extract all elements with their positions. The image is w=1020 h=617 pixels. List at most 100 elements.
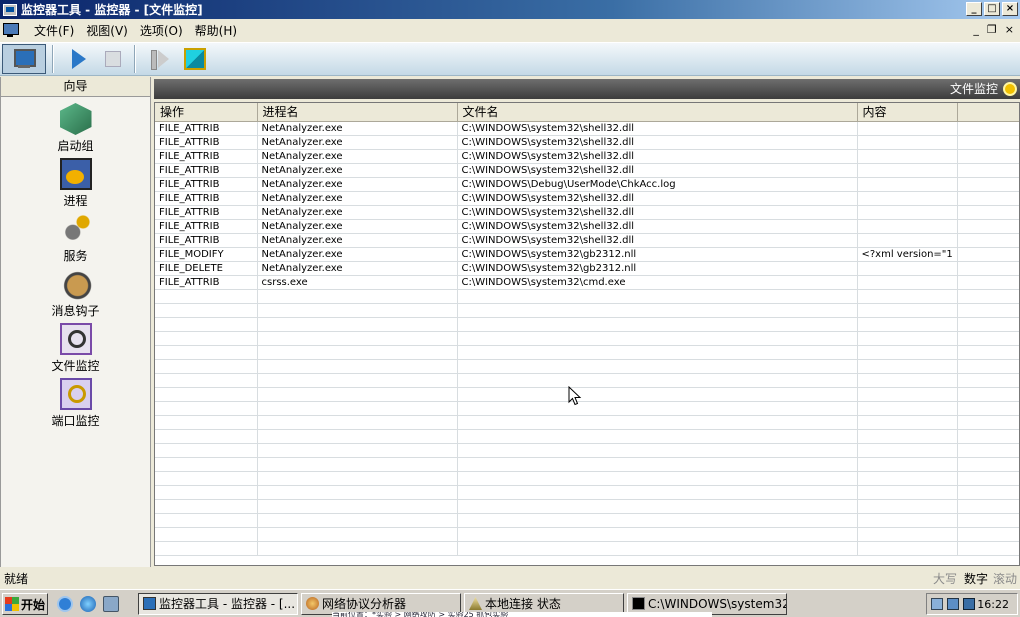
- cell-operation: [155, 499, 258, 514]
- quick-launch-explorer-icon[interactable]: [103, 596, 119, 612]
- cell-empty: [957, 135, 1019, 150]
- table-row[interactable]: FILE_ATTRIB NetAnalyzer.exe C:\WINDOWS\sys…: [155, 121, 1019, 136]
- table-row[interactable]: FILE_DELETE NetAnalyzer.exe C:\WINDOWS\sys…: [155, 261, 1019, 276]
- cell-operation: [155, 387, 258, 402]
- sidebar-item-process[interactable]: 进程: [1, 158, 150, 209]
- sidebar-item-file-monitor[interactable]: 文件监控: [1, 323, 150, 374]
- cell-process: [257, 303, 458, 318]
- document-monitor-icon[interactable]: [2, 22, 20, 38]
- table-row[interactable]: FILE_ATTRIB NetAnalyzer.exe C:\WINDOWS\Deb…: [155, 177, 1019, 192]
- empty-row: [155, 387, 1019, 402]
- table-row[interactable]: FILE_ATTRIB NetAnalyzer.exe C:\WINDOWS\sys…: [155, 205, 1019, 220]
- cell-operation: FILE_ATTRIB: [155, 121, 258, 136]
- cell-operation: [155, 289, 258, 304]
- monitor-toggle-button[interactable]: [2, 44, 46, 74]
- cell-process: NetAnalyzer.exe: [257, 135, 458, 150]
- quick-launch-desktop-icon[interactable]: [57, 596, 73, 612]
- start-menu-button[interactable]: 开始: [2, 593, 48, 615]
- table-row[interactable]: FILE_MODIFY NetAnalyzer.exe C:\WINDOWS\sys…: [155, 247, 1019, 262]
- close-button[interactable]: ×: [1002, 2, 1018, 16]
- cell-content: [857, 331, 958, 346]
- empty-row: [155, 527, 1019, 542]
- cell-content: [857, 177, 958, 192]
- cell-empty: [957, 219, 1019, 234]
- task-label: C:\WINDOWS\system32...: [648, 597, 787, 611]
- cell-content: [857, 527, 958, 542]
- window-title-bar[interactable]: 监控器工具 - 监控器 - [文件监控] _ □ ×: [0, 0, 1020, 19]
- cell-filename: [457, 289, 858, 304]
- cell-empty: [957, 275, 1019, 290]
- menu-help[interactable]: 帮助(H): [189, 22, 243, 39]
- table-row[interactable]: FILE_ATTRIB NetAnalyzer.exe C:\WINDOWS\sys…: [155, 191, 1019, 206]
- cell-content: [857, 457, 958, 472]
- service-gear-icon: [59, 213, 92, 245]
- maximize-button[interactable]: □: [984, 2, 1000, 16]
- table-row[interactable]: FILE_ATTRIB NetAnalyzer.exe C:\WINDOWS\sys…: [155, 219, 1019, 234]
- task-label: 网络协议分析器: [322, 597, 407, 611]
- menu-options[interactable]: 选项(O): [134, 22, 189, 39]
- cell-empty: [957, 289, 1019, 304]
- step-button[interactable]: [146, 45, 176, 73]
- cell-content: [857, 121, 958, 136]
- sidebar-item-message-hook[interactable]: 消息钩子: [1, 268, 150, 319]
- empty-row: [155, 513, 1019, 528]
- file-monitor-grid[interactable]: 操作 进程名 文件名 内容 FILE_ATTRIB NetAnalyzer.exe…: [154, 102, 1020, 566]
- mdi-minimize-button[interactable]: _: [973, 23, 979, 36]
- cell-content: <?xml version="1: [857, 247, 958, 262]
- column-header-process[interactable]: 进程名: [257, 103, 458, 122]
- tray-clock[interactable]: 16:22: [977, 598, 1009, 611]
- empty-row: [155, 429, 1019, 444]
- minimize-button[interactable]: _: [966, 2, 982, 16]
- empty-row: [155, 359, 1019, 374]
- cell-empty: [957, 121, 1019, 136]
- clear-button[interactable]: [180, 45, 210, 73]
- cell-operation: FILE_ATTRIB: [155, 205, 258, 220]
- tray-connection-icon[interactable]: [947, 598, 959, 610]
- cell-filename: C:\WINDOWS\system32\shell32.dll: [457, 219, 858, 234]
- cell-filename: [457, 527, 858, 542]
- cell-content: [857, 401, 958, 416]
- mdi-close-button[interactable]: ×: [1005, 23, 1014, 36]
- mdi-restore-button[interactable]: ❐: [987, 23, 997, 36]
- cell-filename: C:\WINDOWS\system32\shell32.dll: [457, 149, 858, 164]
- cell-content: [857, 149, 958, 164]
- sidebar-item-port-monitor[interactable]: 端口监控: [1, 378, 150, 429]
- sidebar-title: 向导: [1, 77, 150, 97]
- start-button[interactable]: [64, 45, 94, 73]
- port-monitor-icon: [59, 378, 92, 410]
- cell-operation: [155, 429, 258, 444]
- cell-process: NetAnalyzer.exe: [257, 233, 458, 248]
- tray-network-icon[interactable]: [931, 598, 943, 610]
- toolbar-separator: [52, 45, 54, 73]
- quick-launch-ie-icon[interactable]: [80, 596, 96, 612]
- message-hook-icon: [59, 268, 92, 300]
- cell-content: [857, 373, 958, 388]
- empty-row: [155, 485, 1019, 500]
- cell-process: [257, 485, 458, 500]
- cell-filename: [457, 303, 858, 318]
- cell-filename: [457, 541, 858, 556]
- menu-file[interactable]: 文件(F): [28, 22, 80, 39]
- cell-filename: [457, 401, 858, 416]
- sun-icon[interactable]: [1003, 82, 1017, 96]
- cell-empty: [957, 331, 1019, 346]
- menu-view[interactable]: 视图(V): [80, 22, 134, 39]
- table-row[interactable]: FILE_ATTRIB NetAnalyzer.exe C:\WINDOWS\sys…: [155, 233, 1019, 248]
- sidebar-item-startup[interactable]: 启动组: [1, 103, 150, 154]
- start-label: 开始: [21, 597, 46, 612]
- sidebar-item-service[interactable]: 服务: [1, 213, 150, 264]
- play-icon: [72, 49, 86, 69]
- table-row[interactable]: FILE_ATTRIB NetAnalyzer.exe C:\WINDOWS\sys…: [155, 149, 1019, 164]
- task-monitor-tool[interactable]: 监控器工具 - 监控器 - [...: [138, 593, 298, 615]
- table-row[interactable]: FILE_ATTRIB NetAnalyzer.exe C:\WINDOWS\sys…: [155, 135, 1019, 150]
- table-row[interactable]: FILE_ATTRIB csrss.exe C:\WINDOWS\system32\…: [155, 275, 1019, 290]
- cell-empty: [957, 415, 1019, 430]
- column-header-content[interactable]: 内容: [857, 103, 958, 122]
- column-header-filename[interactable]: 文件名: [457, 103, 858, 122]
- stop-button[interactable]: [98, 45, 128, 73]
- tray-monitor-icon[interactable]: [963, 598, 975, 610]
- table-row[interactable]: FILE_ATTRIB NetAnalyzer.exe C:\WINDOWS\sys…: [155, 163, 1019, 178]
- column-header-operation[interactable]: 操作: [155, 103, 258, 122]
- empty-row: [155, 443, 1019, 458]
- sidebar-item-label: 文件监控: [51, 359, 100, 373]
